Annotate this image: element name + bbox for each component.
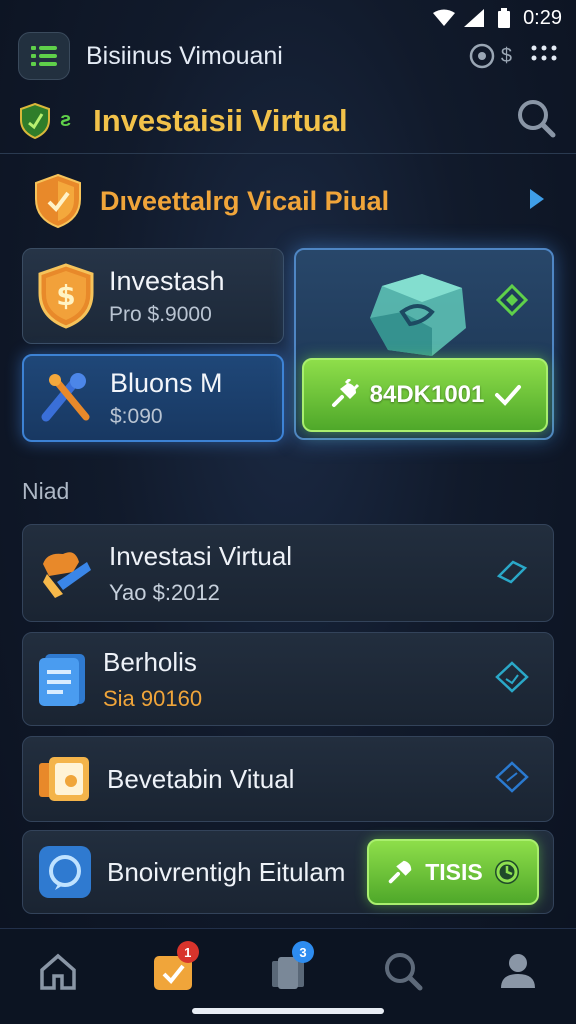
badge-text: ƨ — [60, 109, 72, 131]
battery-icon — [493, 8, 515, 28]
list-item[interactable]: Bnoivrentigh Eitulam TISIS — [22, 830, 554, 914]
nav-home[interactable] — [28, 941, 88, 1001]
bonus-card-subtitle: $:090 — [110, 404, 163, 428]
tisis-button-label: TISIS — [425, 858, 483, 885]
tools-icon — [41, 373, 90, 422]
section-label: Niad — [22, 478, 70, 504]
profile-icon — [501, 954, 536, 988]
list-item-title: Berholis — [103, 646, 197, 677]
feature-label: Dıveettalrg Vicail Piual — [100, 185, 390, 216]
svg-text:$: $ — [56, 279, 75, 312]
home-indicator[interactable] — [192, 1008, 384, 1014]
promo-button-label: 84DK1001 — [369, 381, 485, 408]
invest-card[interactable]: $ Investash Pro $.9000 — [22, 248, 284, 344]
menu-button[interactable] — [18, 32, 70, 80]
search-icon — [385, 953, 423, 991]
plug-icon — [331, 379, 359, 407]
invest-card-subtitle: Pro $.9000 — [109, 302, 212, 326]
home-icon — [39, 953, 76, 990]
document-icon — [39, 654, 85, 706]
diamond-outline-icon[interactable] — [495, 660, 529, 698]
list-item[interactable]: Investasi Virtual Yao $:2012 — [22, 524, 554, 622]
promo-card: 84DK1001 — [294, 248, 554, 440]
search-icon — [518, 100, 556, 138]
menu-icon — [31, 46, 57, 66]
list-item-title: Bnoivrentigh Eitulam — [107, 856, 346, 887]
app-title: Bisiinus Vimouani — [86, 41, 283, 70]
list-item-title: Bevetabin Vitual — [107, 763, 295, 794]
more-icon[interactable] — [530, 43, 558, 69]
list-item[interactable]: Berholis Sia 90160 — [22, 632, 554, 726]
coin-balance[interactable]: $ — [469, 43, 512, 69]
nav-tasks[interactable]: 1 — [143, 941, 203, 1001]
title-bar: ƨ Investaisii Virtual — [0, 88, 576, 154]
app-header: Bisiinus Vimouani $ — [0, 28, 576, 84]
page-title: Investaisii Virtual — [93, 102, 348, 138]
list-item-title: Investasi Virtual — [109, 540, 293, 571]
green-shield-icon — [20, 102, 50, 139]
chat-bubble-icon — [39, 846, 91, 898]
bonus-card-title: Bluons M — [110, 367, 223, 398]
chevron-right-icon[interactable] — [528, 187, 546, 216]
invest-card-title: Investash — [109, 265, 225, 296]
coin-icon — [469, 43, 495, 69]
check-icon — [495, 385, 522, 406]
promo-action-button[interactable]: 84DK1001 — [302, 358, 548, 432]
nav-wallet[interactable]: 3 — [258, 941, 318, 1001]
nav-search[interactable] — [373, 941, 433, 1001]
investment-tools-icon — [43, 552, 91, 598]
feature-row[interactable]: Dıveettalrg Vicail Piual — [20, 166, 560, 236]
wifi-icon — [433, 8, 456, 28]
diamond-outline-icon[interactable] — [495, 760, 529, 798]
plug-icon — [388, 860, 412, 884]
orange-shield-icon — [35, 173, 81, 229]
tasks-badge: 1 — [176, 941, 199, 963]
coin-label: $ — [500, 44, 512, 67]
tisis-button[interactable]: TISIS — [367, 839, 539, 905]
shield-badge: ƨ — [20, 102, 72, 139]
list-item[interactable]: Bevetabin Vitual — [22, 736, 554, 822]
timer-icon — [494, 860, 519, 884]
dollar-shield-icon: $ — [38, 263, 94, 329]
wallet-badge: 3 — [291, 941, 314, 963]
list-item-subtitle: Sia 90160 — [103, 685, 203, 711]
status-time: 0:29 — [523, 6, 562, 29]
diamond-outline-icon[interactable] — [495, 556, 529, 591]
wallet-card-icon — [39, 757, 89, 801]
search-button[interactable] — [516, 98, 556, 143]
nav-profile[interactable] — [488, 941, 548, 1001]
signal-icon — [463, 8, 485, 28]
diamond-icon — [496, 284, 528, 316]
gem-icon — [370, 274, 466, 356]
bonus-card[interactable]: Bluons M $:090 — [22, 354, 284, 442]
list-item-subtitle: Yao $:2012 — [109, 579, 220, 605]
